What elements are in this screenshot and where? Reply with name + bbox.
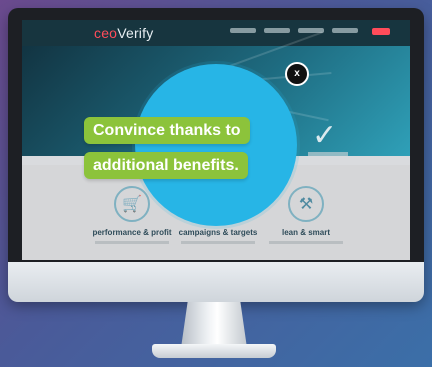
monitor-stand-base	[152, 344, 276, 358]
monitor-chin	[8, 262, 424, 302]
highlight-bubble	[135, 64, 297, 226]
checkmark-caption	[308, 152, 348, 156]
feature-title: performance & profit	[92, 228, 172, 237]
site-navbar: ceoVerify	[22, 20, 410, 46]
nav-link[interactable]	[230, 28, 256, 33]
nav-link[interactable]	[264, 28, 290, 33]
checkmark-icon: ✓	[312, 119, 338, 152]
feature-title: lean & smart	[281, 228, 331, 237]
nav-links	[230, 28, 358, 33]
feature-text	[181, 241, 255, 244]
feature-text	[95, 241, 169, 244]
logo-main: Verify	[117, 25, 154, 41]
nav-link[interactable]	[332, 28, 358, 33]
tools-icon: ⚒	[288, 186, 324, 222]
monitor-stand-neck	[181, 302, 247, 348]
logo-prefix: ceo	[94, 25, 118, 41]
headline-line-1: Convince thanks to	[84, 117, 250, 144]
feature-title: campaigns & targets	[178, 228, 258, 237]
cart-icon: 🛒	[114, 186, 150, 222]
feature-text	[269, 241, 343, 244]
headline-line-2: additional benefits.	[84, 152, 248, 179]
nav-cta-button[interactable]	[372, 28, 390, 35]
close-icon[interactable]: x	[285, 62, 309, 86]
site-logo[interactable]: ceoVerify	[94, 25, 153, 41]
